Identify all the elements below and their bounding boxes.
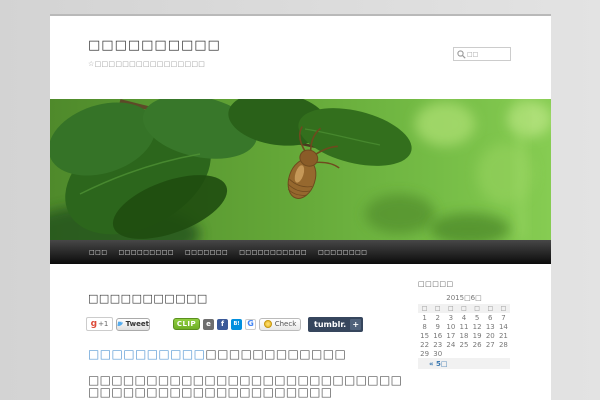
lead-rest-text: □□□□□□□□□□□□ — [205, 347, 347, 361]
calendar-weekday-row: □ □ □ □ □ □ □ — [418, 304, 510, 313]
weekday: □ — [431, 304, 445, 313]
tumblr-label: tumblr. — [314, 319, 347, 329]
weekday: □ — [470, 304, 484, 313]
nav-item-2[interactable]: □□□□□□□□□ — [119, 249, 175, 256]
calendar-day: 25 — [459, 340, 469, 349]
calendar-day: 24 — [446, 340, 456, 349]
calendar-day: 29 — [420, 349, 430, 358]
calendar-day: 8 — [422, 322, 427, 331]
calendar-week-row: 8 9 10 11 12 13 14 — [418, 322, 510, 331]
calendar-day: 23 — [433, 340, 443, 349]
check-label: Check — [274, 320, 297, 328]
lead-link[interactable]: □□□□□□□□□□ — [88, 347, 205, 361]
calendar-day: 30 — [433, 349, 443, 358]
calendar-day: 27 — [485, 340, 495, 349]
calendar-day — [444, 349, 457, 358]
weekday: □ — [418, 304, 432, 313]
content-wrapper: □□□□□□□□□□ ☆□□□□□□□□□□□□□□□□ □□ □□□ □□□□… — [50, 14, 551, 400]
search-input[interactable] — [467, 49, 509, 59]
magnifier-icon — [457, 50, 466, 59]
calendar-day: 3 — [448, 313, 454, 322]
calendar-day: 15 — [420, 331, 430, 340]
calendar-day: 26 — [472, 340, 482, 349]
calendar-table: □ □ □ □ □ □ □ 1 2 3 4 5 6 7 8 9 10 11 12… — [418, 304, 510, 369]
calendar-day — [497, 349, 510, 358]
calendar-day: 21 — [498, 331, 508, 340]
google-plus-count: +1 — [98, 319, 109, 328]
clip-label: CLIP — [176, 320, 197, 328]
nav-item-3[interactable]: □□□□□□□ — [185, 249, 228, 256]
tweet-label: Tweet — [125, 320, 149, 328]
weekday: □ — [483, 304, 497, 313]
header-photo-cicada-exuvia — [50, 99, 551, 240]
calendar-day: 12 — [472, 322, 482, 331]
browser-viewport: { "header": { "site_title": "□□□□□□□□□□"… — [0, 0, 600, 400]
evernote-icon[interactable]: e — [203, 318, 214, 330]
check-coin-icon — [263, 320, 272, 328]
calendar-day: 2 — [435, 313, 440, 322]
calendar-day: 4 — [461, 313, 467, 322]
calendar-caption: 2015□6□ — [446, 294, 482, 302]
site-tagline: ☆□□□□□□□□□□□□□□□□ — [88, 60, 206, 68]
calendar-prev-month-link[interactable]: « 5□ — [429, 360, 447, 368]
calendar-widget-title: □□□□□ — [418, 280, 454, 288]
main-navigation: □□□ □□□□□□□□□ □□□□□□□ □□□□□□□□□□□ □□□□□□… — [50, 240, 551, 264]
calendar-week-row: 22 23 24 25 26 27 28 — [418, 340, 510, 349]
calendar-day: 17 — [446, 331, 456, 340]
body-paragraph-line2: □□□□□□□□□□□□□□□□□□□□□ — [88, 384, 333, 399]
calendar-week-row: 1 2 3 4 5 6 7 — [418, 313, 510, 322]
weekday: □ — [444, 304, 458, 313]
calendar-day: 5 — [474, 313, 480, 322]
calendar-footer-row: « 5□ — [418, 358, 510, 369]
calendar-day: 1 — [422, 313, 427, 322]
nav-item-4[interactable]: □□□□□□□□□□□ — [239, 249, 307, 256]
google-plus-g: g — [90, 318, 98, 329]
calendar-day: 7 — [501, 313, 506, 322]
calendar-day: 14 — [498, 322, 508, 331]
google-plus-one-button[interactable]: g +1 — [86, 317, 113, 331]
calendar-day: 6 — [488, 313, 493, 322]
calendar-day — [471, 349, 484, 358]
calendar-day — [484, 349, 497, 358]
site-title[interactable]: □□□□□□□□□□ — [88, 38, 221, 53]
nav-item-5[interactable]: □□□□□□□□ — [318, 249, 367, 256]
calendar-day: 22 — [420, 340, 430, 349]
twitter-bird-icon — [117, 321, 124, 327]
tumblr-plus-icon: + — [350, 318, 362, 330]
weekday: □ — [457, 304, 471, 313]
calendar-day: 19 — [472, 331, 482, 340]
calendar-day: 28 — [498, 340, 508, 349]
mixi-check-button[interactable]: Check — [259, 317, 301, 331]
calendar-day: 13 — [485, 322, 495, 331]
calendar-day: 18 — [459, 331, 469, 340]
body-paragraph: □□□□□□□□□□□□□□□□□□□□□□□□□□□ □□□□□□□□□□□□… — [88, 374, 402, 399]
sidebar: □□□□□ 2015□6□ □ □ □ □ □ □ □ 1 2 3 4 5 6 … — [418, 280, 514, 369]
google-bookmark-icon[interactable]: G — [245, 318, 256, 330]
calendar-day: 16 — [433, 331, 443, 340]
calendar-day: 9 — [435, 322, 440, 331]
tumblr-share-button[interactable]: tumblr. + — [308, 316, 364, 332]
entry-title: □□□□□□□□□□□ — [88, 292, 208, 305]
social-share-bar: g +1 Tweet CLIP e f B! G Check tumblr. + — [86, 316, 364, 332]
calendar-day: 11 — [459, 322, 469, 331]
weekday: □ — [496, 304, 510, 313]
clip-button[interactable]: CLIP — [173, 318, 200, 330]
lead-line: □□□□□□□□□□□□□□□□□□□□□□ — [88, 347, 346, 361]
calendar-day — [457, 349, 470, 358]
calendar-day: 20 — [485, 331, 495, 340]
search-box — [453, 47, 511, 61]
calendar-day: 10 — [446, 322, 456, 331]
tweet-button[interactable]: Tweet — [116, 317, 150, 331]
calendar-week-row: 29 30 — [418, 349, 510, 358]
hatena-bookmark-icon[interactable]: B! — [231, 318, 242, 330]
facebook-icon[interactable]: f — [217, 318, 228, 330]
calendar-week-row: 15 16 17 18 19 20 21 — [418, 331, 510, 340]
nav-item-home[interactable]: □□□ — [89, 249, 108, 256]
